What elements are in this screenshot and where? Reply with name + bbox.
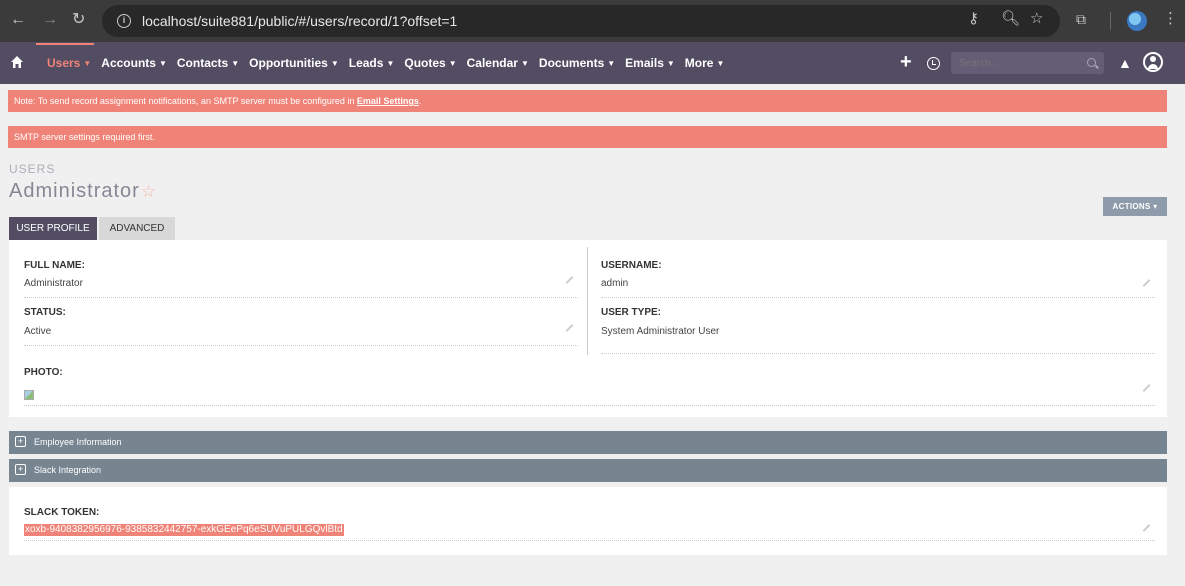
nav-opportunities[interactable]: Opportunities ▼	[249, 56, 339, 70]
nav-contacts[interactable]: Contacts ▼	[177, 56, 239, 70]
field-divider	[601, 353, 1155, 354]
slack-token-value[interactable]: xoxb-9408382956976-9385832442757-exkGEeP…	[24, 524, 344, 536]
star-icon[interactable]: ☆	[1030, 11, 1043, 27]
status-label: STATUS:	[24, 307, 66, 318]
zoom-icon[interactable]: 🔍︎	[1001, 11, 1020, 27]
global-search-input[interactable]	[951, 52, 1104, 74]
active-tab-indicator	[36, 43, 94, 45]
slack-integration-panel: SLACK TOKEN: xoxb-9408382956976-93858324…	[9, 487, 1167, 555]
nav-leads[interactable]: Leads ▼	[349, 56, 395, 70]
photo-label: PHOTO:	[24, 367, 63, 378]
nav-quotes[interactable]: Quotes ▼	[404, 56, 456, 70]
url-text[interactable]: localhost/suite881/public/#/users/record…	[142, 13, 457, 29]
slack-token-label: SLACK TOKEN:	[24, 507, 100, 518]
favorite-star-icon[interactable]: ☆	[141, 182, 157, 201]
extensions-icon[interactable]: ⧉	[1076, 11, 1086, 27]
full-name-label: FULL NAME:	[24, 260, 85, 271]
toolbar-divider	[1110, 12, 1111, 30]
nav-emails[interactable]: Emails ▼	[625, 56, 675, 70]
edit-pencil-icon[interactable]	[565, 324, 574, 332]
field-divider	[24, 297, 578, 298]
email-settings-link[interactable]: Email Settings	[357, 96, 419, 106]
address-bar[interactable]: i localhost/suite881/public/#/users/reco…	[102, 5, 1060, 37]
nav-users[interactable]: Users ▼	[47, 56, 91, 70]
browser-toolbar: ← → ↻ i localhost/suite881/public/#/user…	[0, 0, 1185, 42]
back-arrow-icon[interactable]: ←	[10, 12, 26, 28]
full-name-value: Administrator	[24, 278, 83, 289]
nav-documents[interactable]: Documents ▼	[539, 56, 615, 70]
edit-pencil-icon[interactable]	[1142, 524, 1151, 532]
module-menu: Users ▼ Accounts ▼ Contacts ▼ Opportunities…	[47, 56, 724, 70]
field-divider	[24, 345, 578, 346]
slack-integration-section[interactable]: + Slack Integration	[9, 459, 1167, 482]
smtp-required-alert: SMTP server settings required first.	[8, 126, 1167, 148]
nav-calendar[interactable]: Calendar ▼	[467, 56, 529, 70]
forward-arrow-icon[interactable]: →	[42, 12, 58, 28]
quick-create-icon[interactable]: +	[900, 52, 912, 72]
column-divider	[587, 247, 588, 355]
user-menu-icon[interactable]	[1143, 52, 1163, 72]
field-divider	[24, 540, 1155, 541]
site-info-icon[interactable]: i	[117, 14, 131, 28]
notifications-bell-icon[interactable]: ▲	[1118, 55, 1132, 71]
employee-information-section[interactable]: + Employee Information	[9, 431, 1167, 454]
reload-icon[interactable]: ↻	[72, 12, 85, 28]
edit-pencil-icon[interactable]	[565, 276, 574, 284]
user-profile-panel: FULL NAME: Administrator USERNAME: admin…	[9, 240, 1167, 417]
expand-icon[interactable]: +	[15, 464, 26, 475]
field-divider	[24, 405, 1155, 406]
actions-dropdown-button[interactable]: ACTIONS ▾	[1103, 197, 1167, 216]
nav-more[interactable]: More ▼	[685, 56, 725, 70]
tab-user-profile[interactable]: USER PROFILE	[9, 217, 97, 240]
smtp-notification-alert: Note: To send record assignment notifica…	[8, 90, 1167, 112]
module-label: USERS	[9, 162, 56, 176]
profile-icon[interactable]	[1127, 11, 1147, 31]
broken-photo-image	[24, 390, 34, 400]
home-icon[interactable]	[10, 55, 24, 69]
edit-pencil-icon[interactable]	[1142, 279, 1151, 287]
user-type-value: System Administrator User	[601, 326, 720, 337]
edit-pencil-icon[interactable]	[1142, 384, 1151, 392]
record-title: Administrator☆	[9, 180, 158, 202]
nav-accounts[interactable]: Accounts ▼	[101, 56, 167, 70]
expand-icon[interactable]: +	[15, 436, 26, 447]
username-label: USERNAME:	[601, 260, 662, 271]
recently-viewed-icon[interactable]	[927, 57, 940, 70]
search-icon[interactable]	[1087, 58, 1096, 67]
tab-advanced[interactable]: ADVANCED	[99, 217, 175, 240]
kebab-menu-icon[interactable]: ⋮	[1163, 11, 1178, 27]
field-divider	[601, 297, 1155, 298]
user-type-label: USER TYPE:	[601, 307, 662, 318]
key-icon[interactable]: ⚷	[968, 11, 979, 27]
status-value: Active	[24, 326, 52, 337]
main-navbar: Users ▼ Accounts ▼ Contacts ▼ Opportunities…	[0, 42, 1185, 84]
username-value: admin	[601, 278, 629, 289]
